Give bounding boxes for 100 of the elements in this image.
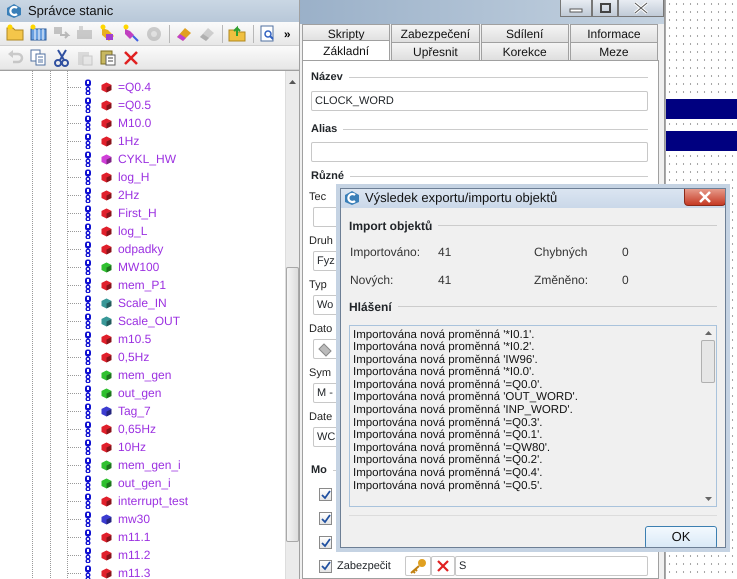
- variable-icon: [84, 475, 92, 491]
- variable-icon: [84, 511, 92, 527]
- alias-field[interactable]: [311, 142, 648, 162]
- scroll-down-icon[interactable]: [704, 496, 712, 502]
- tree-item[interactable]: interrupt_test: [118, 492, 188, 510]
- tab[interactable]: Základní: [302, 40, 390, 60]
- checkbox[interactable]: [319, 512, 332, 525]
- tree-item[interactable]: out_gen_i: [118, 474, 171, 492]
- field-label: Date: [309, 410, 332, 424]
- tree-item[interactable]: mem_gen_i: [118, 456, 181, 474]
- ok-button[interactable]: OK: [645, 526, 717, 548]
- app-logo-icon: [344, 190, 360, 206]
- message-line: Importována nová proměnná '*I0.0'.: [353, 366, 536, 379]
- tree-item[interactable]: out_gen: [118, 384, 162, 402]
- tab[interactable]: Sdílení: [480, 24, 569, 42]
- minimize-button[interactable]: [560, 0, 592, 17]
- tree-item[interactable]: M10.0: [118, 114, 152, 132]
- tree-item[interactable]: mem_P1: [118, 276, 166, 294]
- tree-item[interactable]: =Q0.5: [118, 96, 152, 114]
- message-line: Importována nová proměnná '=Q0.1'.: [353, 429, 544, 442]
- paste-special-icon[interactable]: [98, 48, 118, 68]
- tree-item[interactable]: Scale_IN: [118, 294, 167, 312]
- name-field[interactable]: CLOCK_WORD: [311, 91, 648, 111]
- key-icon[interactable]: [409, 558, 427, 574]
- tree-item[interactable]: 1Hz: [118, 132, 140, 150]
- key-button[interactable]: [405, 556, 431, 576]
- app-logo-icon: [6, 3, 22, 19]
- tree-item[interactable]: MW100: [118, 258, 160, 276]
- checkbox[interactable]: [319, 536, 332, 549]
- window-title: Správce stanic: [28, 2, 114, 20]
- tab[interactable]: Korekce: [480, 42, 569, 60]
- scroll-up-icon[interactable]: [288, 79, 297, 85]
- close-button[interactable]: [684, 188, 726, 206]
- variable-icon: [84, 97, 92, 113]
- scroll-up-icon[interactable]: [704, 330, 712, 336]
- variable-icon: [84, 313, 92, 329]
- tree-item[interactable]: Scale_OUT: [118, 312, 180, 330]
- station-icon[interactable]: [29, 24, 49, 44]
- tab[interactable]: Upřesnit: [391, 42, 480, 60]
- open-folder-icon[interactable]: [228, 24, 248, 44]
- message-line: Importována nová proměnná '=Q0.4'.: [353, 467, 544, 480]
- section-heading: Mo: [311, 462, 327, 478]
- tab[interactable]: Informace: [570, 24, 658, 42]
- variable-icon: [84, 151, 92, 167]
- variable-icon: [84, 115, 92, 131]
- message-line: Importována nová proměnná '*I0.1'.: [353, 328, 536, 342]
- scrollbar[interactable]: [285, 71, 299, 579]
- variable-icon: [84, 241, 92, 257]
- variable-icon: [84, 331, 92, 347]
- tree-item[interactable]: m11.2: [118, 546, 150, 564]
- tree-item[interactable]: 2Hz: [118, 186, 140, 204]
- more-button[interactable]: »: [281, 24, 293, 44]
- section-heading: Import objektů: [349, 218, 432, 234]
- password-field[interactable]: S: [455, 556, 648, 576]
- tree-item[interactable]: log_L: [118, 222, 148, 240]
- tree-item[interactable]: log_H: [118, 168, 150, 186]
- message-line: Importována nová proměnná '=Q0.2'.: [353, 454, 544, 468]
- section-heading: Název: [311, 70, 343, 85]
- variable-icon: [84, 385, 92, 401]
- tab[interactable]: Meze: [570, 42, 658, 60]
- tree-item[interactable]: Tag_7: [118, 402, 151, 420]
- tree-item[interactable]: 0,5Hz: [118, 348, 150, 366]
- tab[interactable]: Zabezpečení: [391, 24, 480, 42]
- tree-item[interactable]: First_H: [118, 204, 157, 222]
- tree-item[interactable]: mw30: [118, 510, 150, 528]
- variable-icon: [84, 349, 92, 365]
- section-heading: Různé: [311, 168, 344, 184]
- message-list[interactable]: [349, 324, 717, 506]
- checkbox[interactable]: [319, 560, 332, 572]
- scroll-thumb[interactable]: [701, 340, 715, 382]
- message-line: Importována nová proměnná '=Q0.5'.: [353, 480, 544, 492]
- tag-icon: [317, 341, 333, 357]
- field-label: Druh: [309, 234, 333, 248]
- delete-icon[interactable]: [435, 558, 451, 574]
- tree-item[interactable]: m11.1: [118, 528, 150, 546]
- tree-item[interactable]: odpadky: [118, 240, 164, 258]
- variable-icon: [84, 421, 92, 437]
- close-icon[interactable]: [698, 190, 712, 202]
- checkbox[interactable]: [319, 488, 332, 501]
- new-folder-icon[interactable]: [6, 24, 26, 44]
- tree-item[interactable]: =Q0.4: [118, 78, 152, 96]
- close-button[interactable]: [618, 0, 664, 17]
- tree-item[interactable]: CYKL_HW: [118, 150, 176, 168]
- clear-button[interactable]: [431, 556, 455, 576]
- tree-item[interactable]: 10Hz: [118, 438, 146, 456]
- message-line: Importována nová proměnná 'OUT_WORD'.: [353, 391, 579, 404]
- tree-item[interactable]: m11.3: [118, 564, 150, 579]
- field-label: Sym: [309, 366, 331, 380]
- scroll-thumb[interactable]: [286, 267, 299, 542]
- cut-icon[interactable]: [52, 48, 72, 68]
- dialog-title: Výsledek exportu/importu objektů: [365, 189, 558, 207]
- stat-label: Nových:: [350, 272, 394, 288]
- message-line: Importována nová proměnná '=Q0.3'.: [353, 416, 544, 430]
- message-line: Importována nová proměnná 'IW96'.: [353, 354, 539, 366]
- tag-add-icon[interactable]: [121, 24, 141, 44]
- message-line: Importována nová proměnná 'INP_WORD'.: [353, 404, 574, 417]
- message-line: Importována nová proměnná '=QW80'.: [353, 442, 552, 454]
- tree-item[interactable]: 0,65Hz: [118, 420, 156, 438]
- tree-item[interactable]: mem_gen: [118, 366, 172, 384]
- tree-item[interactable]: m10.5: [118, 330, 152, 348]
